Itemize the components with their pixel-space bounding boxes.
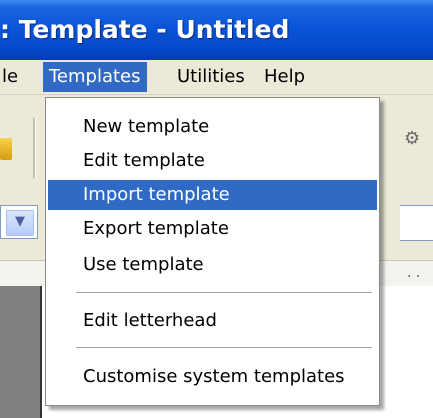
menu-utilities[interactable]: Utilities	[171, 62, 251, 92]
menu-item-edit-template[interactable]: Edit template	[48, 146, 377, 176]
menu-help[interactable]: Help	[258, 62, 311, 92]
menu-separator	[76, 292, 372, 294]
toolbar-separator	[33, 118, 36, 178]
menu-item-import-template[interactable]: Import template	[48, 180, 377, 210]
menu-item-customise-system-templates[interactable]: Customise system templates	[48, 362, 377, 392]
menu-item-new-template[interactable]: New template	[48, 112, 377, 142]
menu-item-use-template[interactable]: Use template	[48, 250, 377, 280]
menu-item-edit-letterhead[interactable]: Edit letterhead	[48, 306, 377, 336]
menu-bar: le Templates Utilities Help	[0, 60, 433, 95]
window-title: : Template - Untitled	[0, 15, 290, 44]
ruler-marker: . .	[407, 265, 421, 281]
menu-file[interactable]: le	[0, 62, 24, 92]
tool-icon[interactable]: ⚙	[404, 128, 422, 150]
style-combobox[interactable]: ▼	[0, 205, 38, 239]
menu-templates[interactable]: Templates	[43, 62, 147, 92]
title-bar[interactable]: : Template - Untitled	[0, 0, 433, 60]
folder-icon[interactable]	[0, 138, 12, 160]
menu-item-export-template[interactable]: Export template	[48, 214, 377, 244]
templates-dropdown-menu: New template Edit template Import templa…	[45, 97, 380, 406]
chevron-down-icon[interactable]: ▼	[6, 210, 34, 236]
menu-separator	[76, 347, 372, 349]
font-combobox[interactable]	[400, 205, 433, 241]
